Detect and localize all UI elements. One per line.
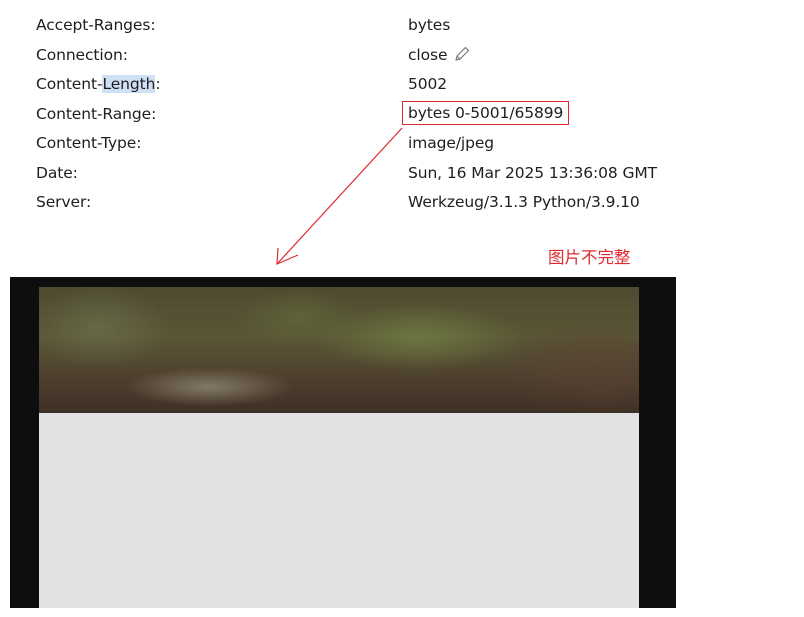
loaded-image-portion <box>39 287 639 413</box>
annotation-label: 图片不完整 <box>548 248 631 267</box>
missing-image-portion <box>39 413 639 608</box>
image-viewer <box>10 277 676 608</box>
partial-jpeg-image <box>39 287 639 608</box>
